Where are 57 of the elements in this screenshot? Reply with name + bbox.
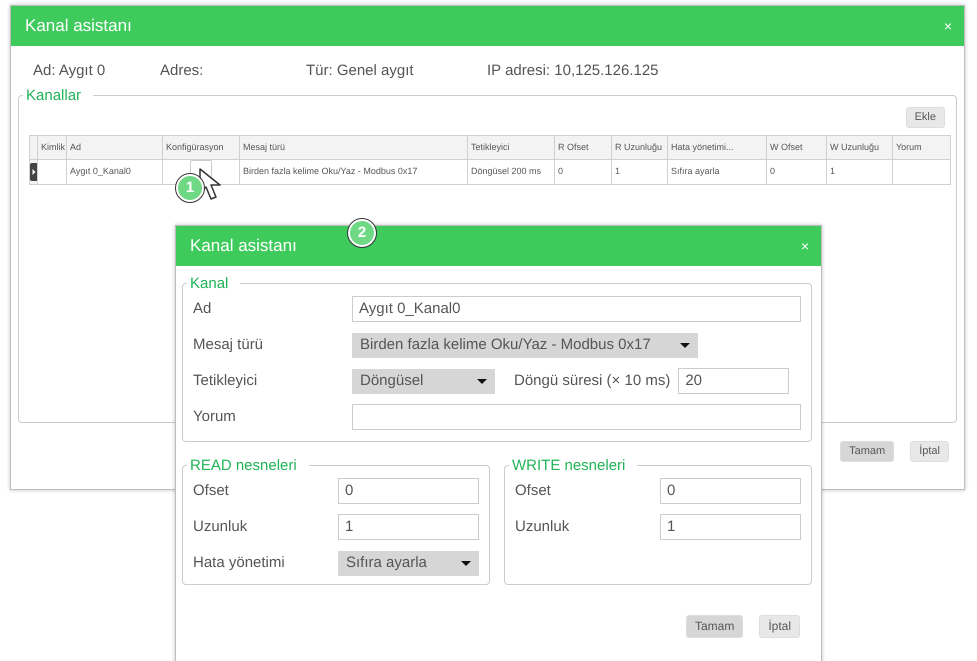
column-header[interactable]: R Ofset: [554, 136, 612, 160]
column-header[interactable]: Ad: [66, 136, 162, 160]
field-label: Uzunluk: [193, 516, 248, 537]
info-label: IP adresi: 10,125.126.125: [487, 61, 660, 81]
table-cell: 0: [554, 160, 612, 184]
table-cell: Aygıt 0_Kanal0: [66, 160, 162, 184]
field-label: Mesaj türü: [193, 334, 264, 355]
column-header[interactable]: W Ofset: [766, 136, 826, 160]
dropdown[interactable]: Birden fazla kelime Oku/Yaz - Modbus 0x17: [352, 332, 698, 358]
column-header[interactable]: W Uzunluğu: [826, 136, 892, 160]
input-field[interactable]: 0: [338, 478, 479, 504]
info-label: Ad: Aygıt 0: [33, 61, 106, 81]
column-header[interactable]: Mesaj türü: [240, 136, 468, 160]
table-cell: Döngüsel 200 ms: [468, 160, 554, 184]
info-label: Tür: Genel aygıt: [306, 61, 415, 81]
column-header[interactable]: Kimlik: [38, 136, 66, 160]
group-title: Kanallar: [25, 88, 82, 103]
caret-icon: [461, 560, 471, 566]
window-title: Kanal asistanı: [190, 235, 297, 258]
input-field[interactable]: [352, 404, 801, 430]
ok-button[interactable]: Tamam: [840, 441, 894, 462]
column-header[interactable]: Tetikleyici: [468, 136, 554, 160]
group-title: READ nesneleri: [189, 458, 298, 473]
info-label: Adres:: [160, 61, 204, 81]
dropdown[interactable]: Sıfıra ayarla: [338, 550, 479, 576]
table-cell: 1: [612, 160, 668, 184]
column-header[interactable]: R Uzunluğu: [612, 136, 668, 160]
field-label: Yorum: [193, 406, 237, 427]
caret-icon: [477, 378, 487, 384]
group-title: Kanal: [189, 276, 230, 291]
field-label: Tetikleyici: [193, 370, 258, 391]
input-field[interactable]: Aygıt 0_Kanal0: [352, 296, 801, 322]
input-field[interactable]: 1: [338, 514, 479, 540]
field-label: Döngü süresi (× 10 ms): [514, 370, 670, 391]
column-header[interactable]: Konfigürasyon: [162, 136, 240, 160]
table-cell: 0: [766, 160, 826, 184]
field-label: Hata yönetimi: [193, 552, 286, 573]
window-title: Kanal asistanı: [25, 15, 132, 38]
table-cell: 1: [826, 160, 892, 184]
cancel-button[interactable]: İptal: [759, 615, 800, 638]
input-field[interactable]: 0: [660, 478, 801, 504]
field-label: Ofset: [193, 480, 230, 501]
ok-button[interactable]: Tamam: [686, 615, 744, 638]
group-title: WRITE nesneleri: [511, 458, 626, 473]
column-header[interactable]: Yorum: [892, 136, 950, 160]
table-cell: Sıfıra ayarla: [668, 160, 766, 184]
field-label: Ofset: [515, 480, 552, 501]
cancel-button[interactable]: İptal: [910, 441, 949, 462]
table-cell: Birden fazla kelime Oku/Yaz - Modbus 0x17: [240, 160, 468, 184]
caret-icon: [680, 342, 690, 348]
dropdown[interactable]: Döngüsel: [352, 368, 495, 394]
column-header[interactable]: Hata yönetimi...: [668, 136, 766, 160]
input-field[interactable]: 20: [678, 368, 790, 394]
field-label: Uzunluk: [515, 516, 570, 537]
add-button[interactable]: Ekle: [906, 107, 945, 128]
input-field[interactable]: 1: [660, 514, 801, 540]
field-label: Ad: [193, 298, 212, 319]
